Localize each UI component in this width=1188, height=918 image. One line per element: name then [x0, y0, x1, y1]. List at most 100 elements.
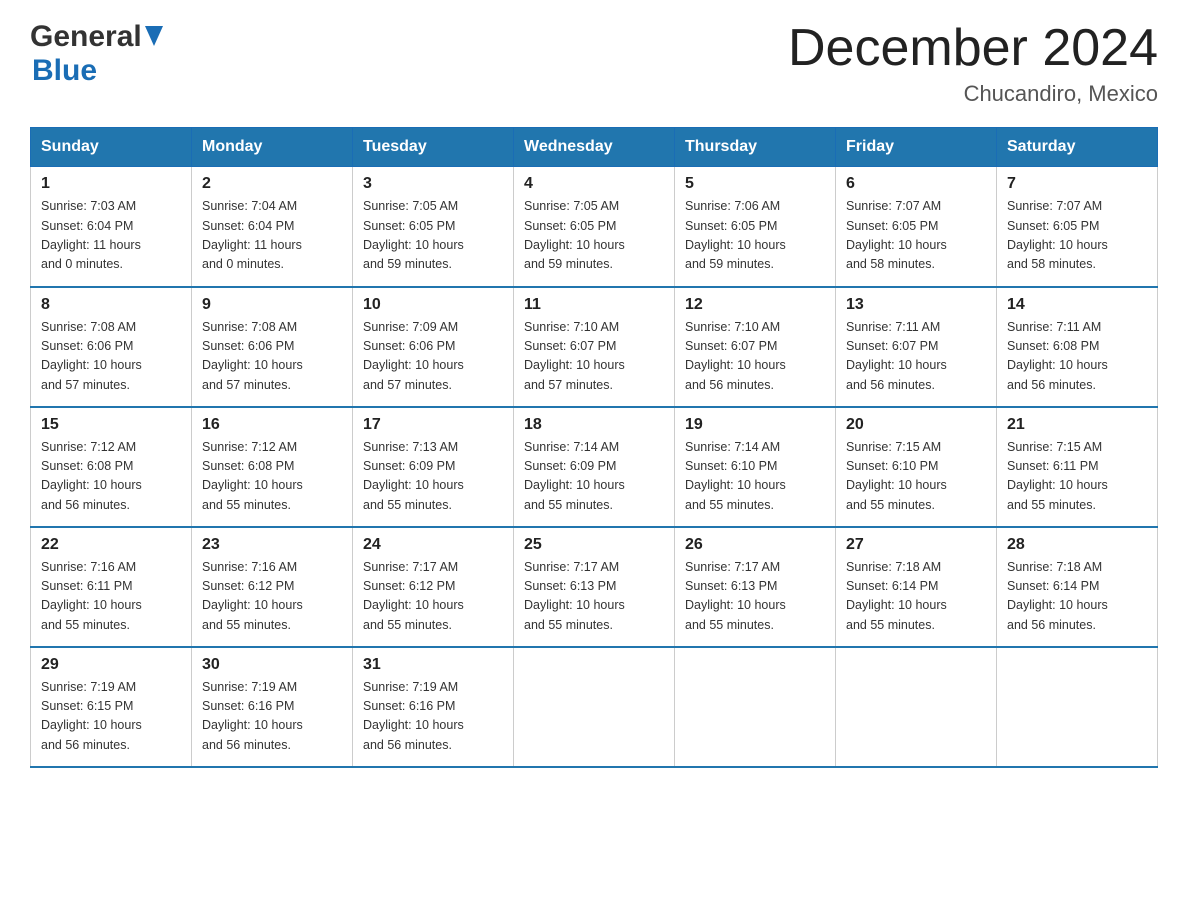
calendar-cell: 19 Sunrise: 7:14 AMSunset: 6:10 PMDayligh… [675, 407, 836, 527]
day-info: Sunrise: 7:11 AMSunset: 6:07 PMDaylight:… [846, 318, 986, 396]
calendar-cell: 2 Sunrise: 7:04 AMSunset: 6:04 PMDaylight… [192, 167, 353, 287]
day-number: 3 [363, 175, 503, 193]
weekday-header-thursday: Thursday [675, 128, 836, 167]
day-number: 21 [1007, 416, 1147, 434]
calendar-cell: 31 Sunrise: 7:19 AMSunset: 6:16 PMDayligh… [353, 647, 514, 767]
day-info: Sunrise: 7:12 AMSunset: 6:08 PMDaylight:… [41, 438, 181, 516]
day-info: Sunrise: 7:11 AMSunset: 6:08 PMDaylight:… [1007, 318, 1147, 396]
day-number: 17 [363, 416, 503, 434]
weekday-header-sunday: Sunday [31, 128, 192, 167]
day-number: 28 [1007, 536, 1147, 554]
calendar-cell: 26Sunrise: 7:17 AMSunset: 6:13 PMDayligh… [675, 527, 836, 647]
calendar-cell: 11 Sunrise: 7:10 AMSunset: 6:07 PMDayligh… [514, 287, 675, 407]
calendar-cell: 24 Sunrise: 7:17 AMSunset: 6:12 PMDayligh… [353, 527, 514, 647]
weekday-header-row: SundayMondayTuesdayWednesdayThursdayFrid… [31, 128, 1158, 167]
day-number: 23 [202, 536, 342, 554]
weekday-header-friday: Friday [836, 128, 997, 167]
week-row-2: 8 Sunrise: 7:08 AMSunset: 6:06 PMDaylight… [31, 287, 1158, 407]
calendar-cell [514, 647, 675, 767]
day-info: Sunrise: 7:04 AMSunset: 6:04 PMDaylight:… [202, 197, 342, 275]
calendar-cell: 3 Sunrise: 7:05 AMSunset: 6:05 PMDaylight… [353, 167, 514, 287]
calendar-cell: 25 Sunrise: 7:17 AMSunset: 6:13 PMDayligh… [514, 527, 675, 647]
page-header: General Blue December 2024 Chucandiro, M… [30, 20, 1158, 107]
day-info: Sunrise: 7:06 AMSunset: 6:05 PMDaylight:… [685, 197, 825, 275]
day-number: 5 [685, 175, 825, 193]
weekday-header-wednesday: Wednesday [514, 128, 675, 167]
day-info: Sunrise: 7:18 AMSunset: 6:14 PMDaylight:… [1007, 558, 1147, 636]
day-info: Sunrise: 7:05 AMSunset: 6:05 PMDaylight:… [524, 197, 664, 275]
day-number: 12 [685, 296, 825, 314]
title-area: December 2024 Chucandiro, Mexico [788, 20, 1158, 107]
day-number: 8 [41, 296, 181, 314]
day-info: Sunrise: 7:15 AMSunset: 6:11 PMDaylight:… [1007, 438, 1147, 516]
day-number: 6 [846, 175, 986, 193]
day-info: Sunrise: 7:14 AMSunset: 6:10 PMDaylight:… [685, 438, 825, 516]
calendar-cell [675, 647, 836, 767]
day-number: 1 [41, 175, 181, 193]
day-number: 31 [363, 656, 503, 674]
day-info: Sunrise: 7:17 AMSunset: 6:13 PMDaylight:… [524, 558, 664, 636]
calendar-table: SundayMondayTuesdayWednesdayThursdayFrid… [30, 127, 1158, 768]
calendar-cell: 18 Sunrise: 7:14 AMSunset: 6:09 PMDayligh… [514, 407, 675, 527]
calendar-cell: 7Sunrise: 7:07 AMSunset: 6:05 PMDaylight… [997, 167, 1158, 287]
day-number: 15 [41, 416, 181, 434]
day-info: Sunrise: 7:08 AMSunset: 6:06 PMDaylight:… [202, 318, 342, 396]
day-number: 13 [846, 296, 986, 314]
day-info: Sunrise: 7:13 AMSunset: 6:09 PMDaylight:… [363, 438, 503, 516]
logo-triangle-icon [145, 26, 163, 51]
day-info: Sunrise: 7:09 AMSunset: 6:06 PMDaylight:… [363, 318, 503, 396]
logo: General Blue [30, 20, 163, 88]
calendar-cell: 15 Sunrise: 7:12 AMSunset: 6:08 PMDayligh… [31, 407, 192, 527]
day-number: 19 [685, 416, 825, 434]
day-number: 11 [524, 296, 664, 314]
weekday-header-monday: Monday [192, 128, 353, 167]
day-info: Sunrise: 7:15 AMSunset: 6:10 PMDaylight:… [846, 438, 986, 516]
calendar-cell: 9 Sunrise: 7:08 AMSunset: 6:06 PMDaylight… [192, 287, 353, 407]
day-info: Sunrise: 7:18 AMSunset: 6:14 PMDaylight:… [846, 558, 986, 636]
week-row-5: 29Sunrise: 7:19 AMSunset: 6:15 PMDayligh… [31, 647, 1158, 767]
day-info: Sunrise: 7:19 AMSunset: 6:16 PMDaylight:… [363, 678, 503, 756]
calendar-cell: 12Sunrise: 7:10 AMSunset: 6:07 PMDayligh… [675, 287, 836, 407]
calendar-cell: 13 Sunrise: 7:11 AMSunset: 6:07 PMDayligh… [836, 287, 997, 407]
day-number: 30 [202, 656, 342, 674]
day-info: Sunrise: 7:17 AMSunset: 6:12 PMDaylight:… [363, 558, 503, 636]
day-info: Sunrise: 7:03 AMSunset: 6:04 PMDaylight:… [41, 197, 181, 275]
day-number: 18 [524, 416, 664, 434]
day-info: Sunrise: 7:16 AMSunset: 6:12 PMDaylight:… [202, 558, 342, 636]
day-number: 25 [524, 536, 664, 554]
calendar-cell: 22Sunrise: 7:16 AMSunset: 6:11 PMDayligh… [31, 527, 192, 647]
day-info: Sunrise: 7:07 AMSunset: 6:05 PMDaylight:… [1007, 197, 1147, 275]
week-row-4: 22Sunrise: 7:16 AMSunset: 6:11 PMDayligh… [31, 527, 1158, 647]
calendar-cell: 17 Sunrise: 7:13 AMSunset: 6:09 PMDayligh… [353, 407, 514, 527]
calendar-cell: 8 Sunrise: 7:08 AMSunset: 6:06 PMDaylight… [31, 287, 192, 407]
calendar-cell: 29Sunrise: 7:19 AMSunset: 6:15 PMDayligh… [31, 647, 192, 767]
day-number: 16 [202, 416, 342, 434]
day-info: Sunrise: 7:14 AMSunset: 6:09 PMDaylight:… [524, 438, 664, 516]
day-number: 20 [846, 416, 986, 434]
calendar-cell: 20 Sunrise: 7:15 AMSunset: 6:10 PMDayligh… [836, 407, 997, 527]
day-info: Sunrise: 7:10 AMSunset: 6:07 PMDaylight:… [524, 318, 664, 396]
calendar-cell: 10Sunrise: 7:09 AMSunset: 6:06 PMDayligh… [353, 287, 514, 407]
day-number: 2 [202, 175, 342, 193]
calendar-cell: 14Sunrise: 7:11 AMSunset: 6:08 PMDayligh… [997, 287, 1158, 407]
day-info: Sunrise: 7:07 AMSunset: 6:05 PMDaylight:… [846, 197, 986, 275]
week-row-1: 1 Sunrise: 7:03 AMSunset: 6:04 PMDaylight… [31, 167, 1158, 287]
calendar-cell: 1 Sunrise: 7:03 AMSunset: 6:04 PMDaylight… [31, 167, 192, 287]
day-number: 29 [41, 656, 181, 674]
calendar-cell: 4 Sunrise: 7:05 AMSunset: 6:05 PMDaylight… [514, 167, 675, 287]
day-number: 4 [524, 175, 664, 193]
day-info: Sunrise: 7:08 AMSunset: 6:06 PMDaylight:… [41, 318, 181, 396]
weekday-header-saturday: Saturday [997, 128, 1158, 167]
day-number: 24 [363, 536, 503, 554]
day-info: Sunrise: 7:05 AMSunset: 6:05 PMDaylight:… [363, 197, 503, 275]
calendar-cell: 6 Sunrise: 7:07 AMSunset: 6:05 PMDaylight… [836, 167, 997, 287]
logo-general-row: General [30, 20, 163, 54]
month-title: December 2024 [788, 20, 1158, 77]
day-info: Sunrise: 7:12 AMSunset: 6:08 PMDaylight:… [202, 438, 342, 516]
day-info: Sunrise: 7:19 AMSunset: 6:16 PMDaylight:… [202, 678, 342, 756]
logo-blue-text: Blue [32, 54, 97, 87]
day-info: Sunrise: 7:16 AMSunset: 6:11 PMDaylight:… [41, 558, 181, 636]
calendar-cell: 5 Sunrise: 7:06 AMSunset: 6:05 PMDaylight… [675, 167, 836, 287]
weekday-header-tuesday: Tuesday [353, 128, 514, 167]
day-number: 9 [202, 296, 342, 314]
